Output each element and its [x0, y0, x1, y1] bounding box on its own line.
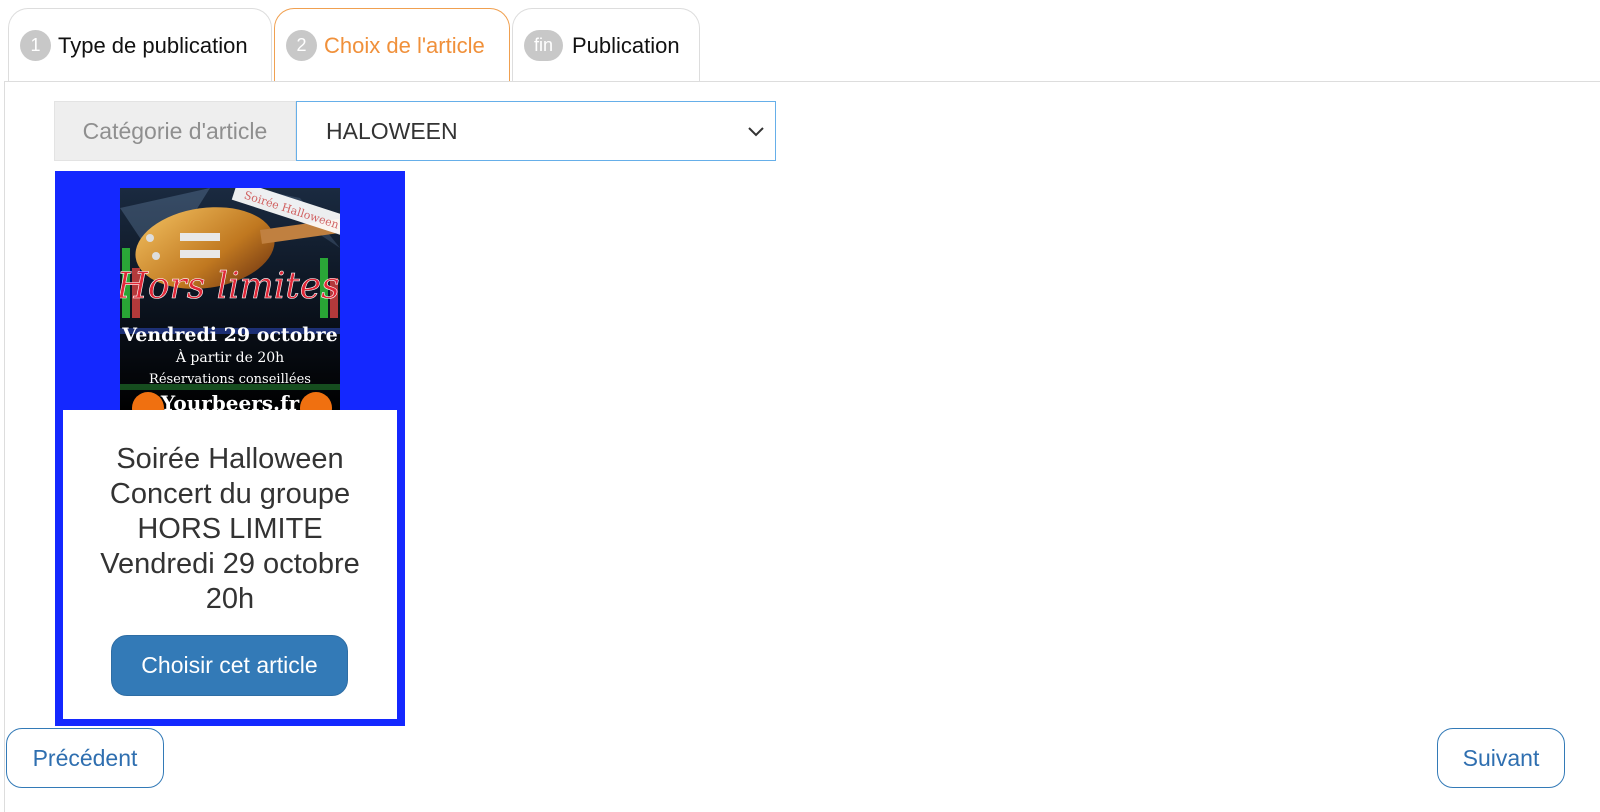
- poster-site-text: Yourbeers.fr: [160, 391, 300, 410]
- article-line: 20h: [205, 583, 255, 615]
- article-poster-image: Soirée Halloween Hors limites Vendredi 2…: [120, 188, 340, 410]
- chevron-down-icon: [748, 127, 764, 137]
- step-badge: fin: [524, 30, 563, 61]
- poster-note-text: Réservations conseillées: [149, 372, 311, 387]
- choose-article-button[interactable]: Choisir cet article: [111, 635, 348, 696]
- tab-type-de-publication[interactable]: 1 Type de publication: [8, 8, 272, 82]
- previous-button[interactable]: Précédent: [6, 728, 164, 788]
- category-label: Catégorie d'article: [54, 101, 296, 161]
- step-badge: 2: [286, 30, 317, 61]
- tab-label: Type de publication: [58, 32, 248, 58]
- article-line: HORS LIMITE: [137, 513, 323, 545]
- tab-label: Choix de l'article: [324, 32, 485, 58]
- article-line: Soirée Halloween: [116, 443, 344, 475]
- tab-publication[interactable]: fin Publication: [512, 8, 700, 82]
- article-card-body: Soirée Halloween Concert du groupe HORS …: [63, 410, 397, 719]
- step-badge: 1: [20, 30, 51, 61]
- poster-band-text: Hors limites: [120, 266, 340, 307]
- article-line: Concert du groupe: [109, 478, 351, 510]
- tab-choix-article[interactable]: 2 Choix de l'article: [274, 8, 510, 82]
- article-line: Vendredi 29 octobre: [100, 548, 360, 580]
- category-selected-value: HALOWEEN: [326, 117, 458, 144]
- article-description: Soirée Halloween Concert du groupe HORS …: [63, 410, 397, 617]
- poster-date-text: Vendredi 29 octobre: [121, 324, 338, 346]
- next-button[interactable]: Suivant: [1437, 728, 1565, 788]
- category-select[interactable]: HALOWEEN: [296, 101, 776, 161]
- tab-label: Publication: [572, 32, 680, 58]
- poster-time-text: À partir de 20h: [175, 348, 284, 366]
